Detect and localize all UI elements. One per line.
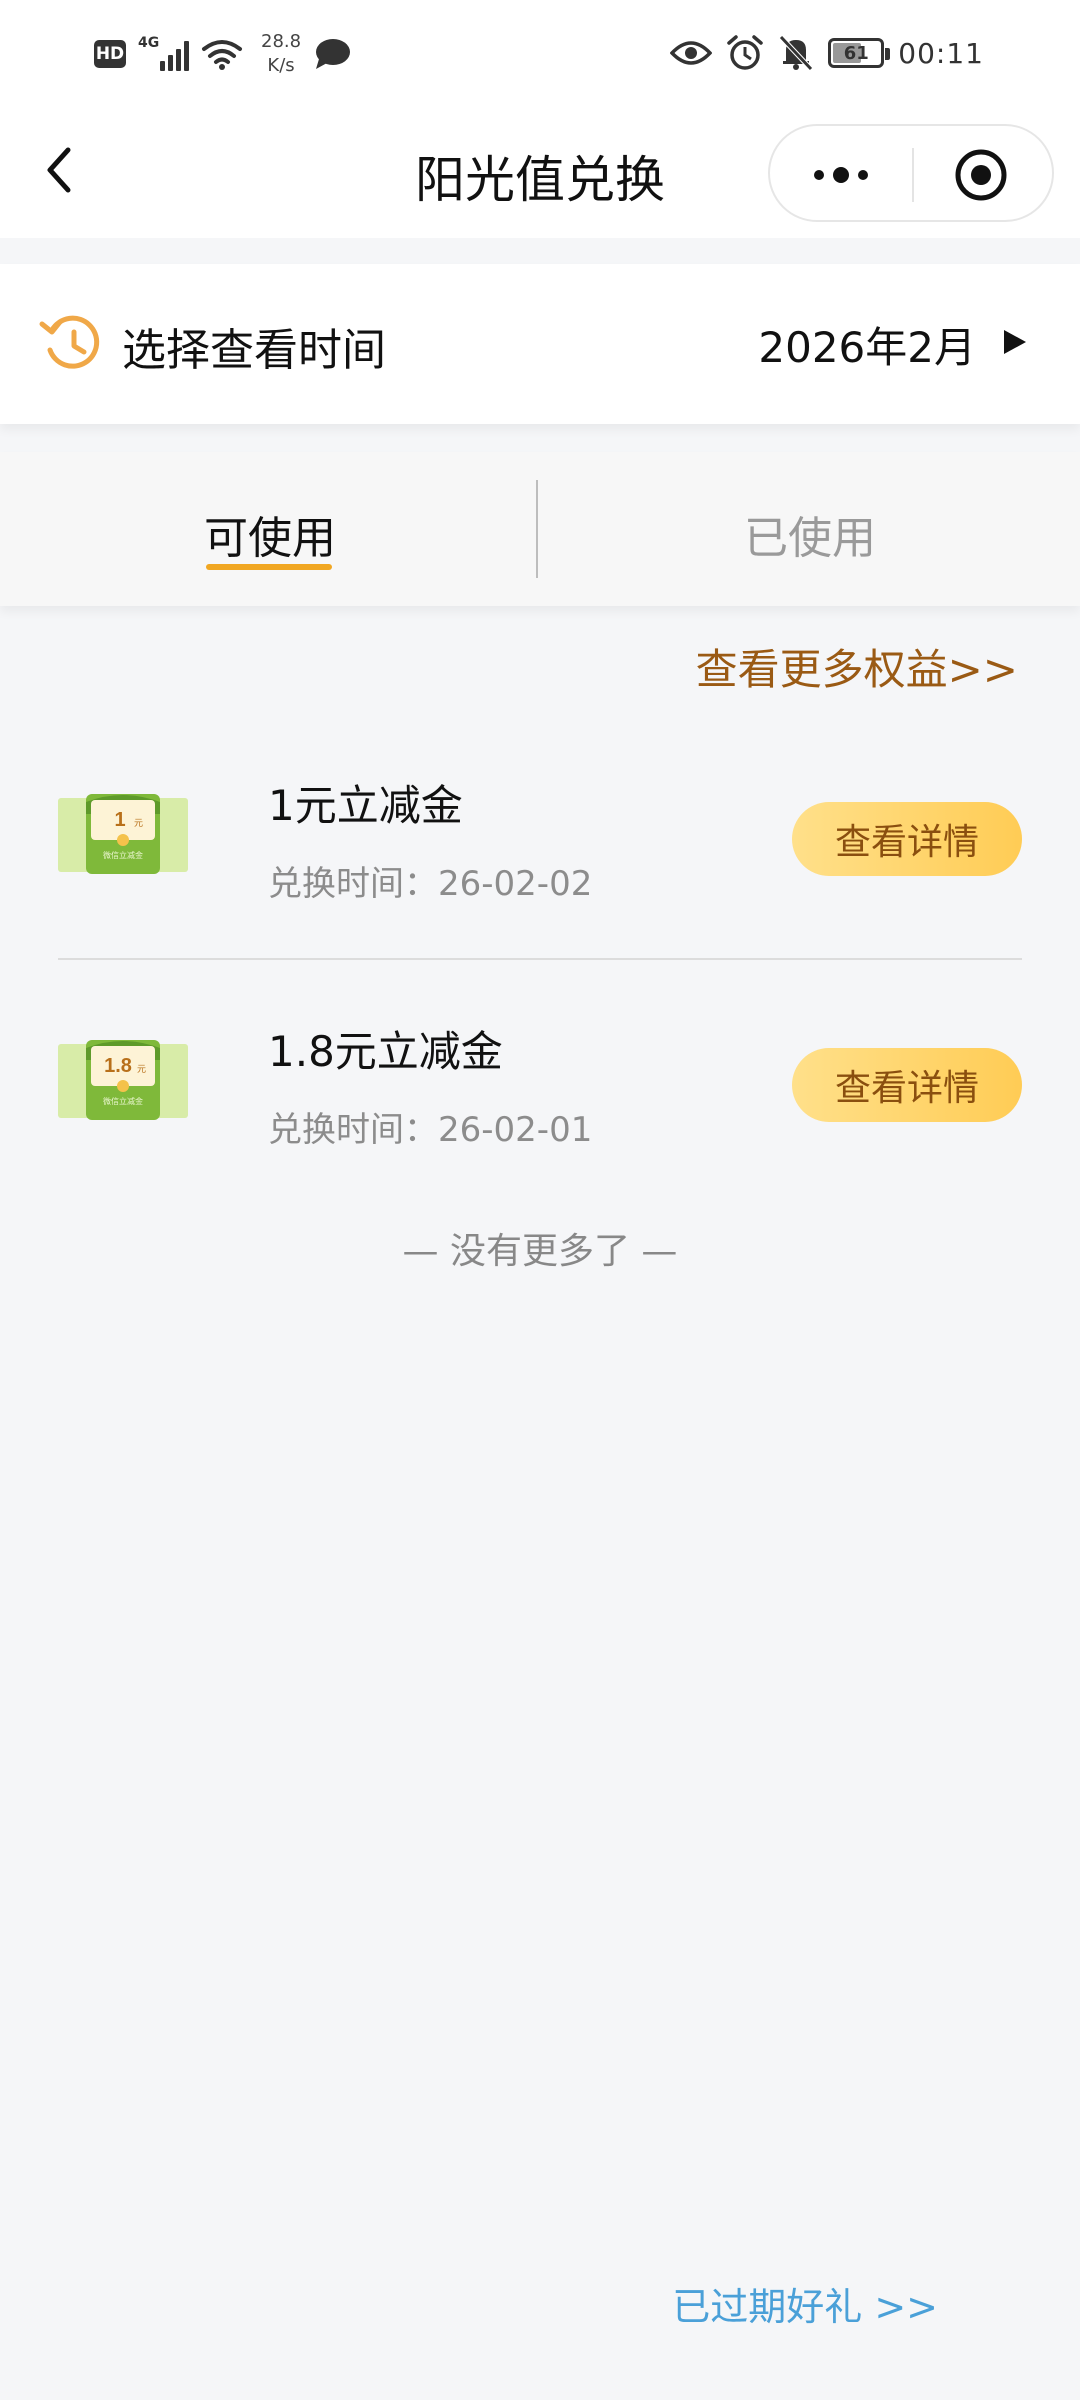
mini-program-capsule	[768, 124, 1054, 222]
status-tabs: 可使用 已使用	[0, 452, 1080, 606]
expired-gifts-link[interactable]: 已过期好礼 >>	[672, 2276, 938, 2331]
nav-bar: 阳光值兑换	[0, 110, 1080, 238]
exchange-time-value: 26-02-01	[438, 1110, 593, 1150]
list-end-text: — 没有更多了 —	[402, 1231, 678, 1272]
cellular-signal-icon: 4G	[138, 35, 189, 71]
tab-used[interactable]: 已使用	[540, 452, 1080, 606]
more-button[interactable]	[770, 126, 912, 224]
battery-level: 61	[843, 42, 869, 64]
time-picker-label: 选择查看时间	[122, 325, 386, 376]
clock: 00:11	[898, 36, 984, 70]
coupon-thumbnail-icon: 1 元 微信立减金	[58, 794, 188, 874]
exchange-time-value: 26-02-02	[438, 864, 593, 904]
tab-divider	[536, 480, 538, 578]
time-picker-card[interactable]: 选择查看时间 2026年2月	[0, 264, 1080, 424]
wifi-icon	[202, 40, 242, 70]
status-bar: HD 4G 28.8 K/s 61 00:11	[0, 0, 1080, 110]
status-bar-right: 61 00:11	[670, 34, 984, 72]
thumb-caption: 微信立减金	[103, 850, 143, 860]
tab-used-label: 已使用	[744, 513, 876, 564]
tab-available[interactable]: 可使用	[0, 452, 540, 606]
net-speed: 28.8 K/s	[261, 30, 301, 78]
more-dots-icon	[814, 167, 868, 183]
eye-icon	[670, 41, 713, 65]
exchange-time-label: 兑换时间：	[268, 864, 438, 904]
network-type: 4G	[138, 35, 160, 51]
reward-name: 1.8元立减金	[268, 1027, 503, 1076]
list-divider	[58, 958, 1022, 960]
reward-list-item: 1 元 微信立减金 1元立减金 兑换时间：26-02-02 查看详情	[58, 744, 1022, 944]
thumb-caption: 微信立减金	[103, 1096, 143, 1106]
more-benefits-link[interactable]: 查看更多权益>>	[696, 636, 1018, 697]
exchange-time-label: 兑换时间：	[268, 1110, 438, 1150]
mute-bell-icon	[779, 35, 814, 71]
tab-available-label: 可使用	[204, 513, 336, 564]
month-selector[interactable]: 2026年2月	[758, 314, 976, 375]
reward-name: 1元立减金	[268, 781, 463, 830]
thumb-amount: 1.8	[104, 1055, 132, 1077]
thumb-unit: 元	[134, 819, 143, 829]
thumb-amount: 1	[114, 809, 125, 831]
net-speed-value: 28.8	[261, 31, 302, 52]
play-arrow-icon[interactable]	[1000, 328, 1028, 356]
reward-list-item: 1.8 元 微信立减金 1.8元立减金 兑换时间：26-02-01 查看详情	[58, 990, 1022, 1190]
active-tab-indicator	[206, 564, 332, 570]
status-bar-left: HD 4G 28.8 K/s	[94, 30, 351, 78]
reward-exchange-time: 兑换时间：26-02-02	[268, 856, 592, 905]
coupon-thumbnail-icon: 1.8 元 微信立减金	[58, 1040, 188, 1120]
target-close-icon	[955, 149, 1007, 201]
history-clock-icon	[39, 315, 100, 369]
alarm-icon	[727, 35, 764, 70]
battery-icon: 61	[828, 38, 891, 68]
view-details-button[interactable]: 查看详情	[792, 1048, 1022, 1122]
reward-exchange-time: 兑换时间：26-02-01	[268, 1102, 592, 1151]
net-speed-unit: K/s	[267, 55, 295, 76]
chat-bubble-icon	[316, 39, 351, 69]
thumb-unit: 元	[137, 1065, 146, 1075]
view-details-button[interactable]: 查看详情	[792, 802, 1022, 876]
hd-badge: HD	[94, 40, 126, 68]
close-miniprogram-button[interactable]	[910, 126, 1052, 224]
